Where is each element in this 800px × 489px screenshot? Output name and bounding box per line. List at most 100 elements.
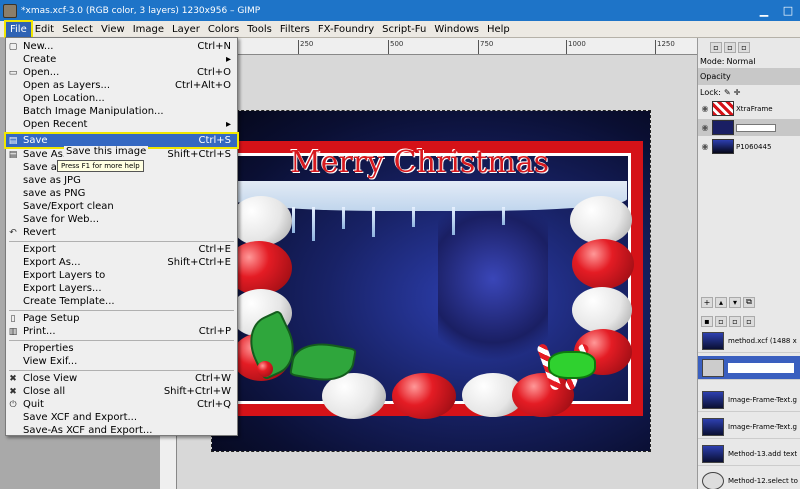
menu-item-new[interactable]: ▢ New... Ctrl+N <box>6 40 237 53</box>
menu-select[interactable]: Select <box>58 22 97 37</box>
history-item[interactable]: Method-13.add text <box>698 442 800 466</box>
menu-item-properties[interactable]: Properties <box>6 342 237 355</box>
menu-image[interactable]: Image <box>129 22 168 37</box>
menu-file[interactable]: File <box>4 19 33 39</box>
layer-row[interactable]: ◉ <box>698 119 800 136</box>
layer-thumbnail <box>712 139 734 154</box>
lower-layer-icon[interactable]: ▾ <box>729 296 741 308</box>
menu-item-save-export-clean[interactable]: Save/Export clean <box>6 200 237 213</box>
menu-item-open-recent[interactable]: Open Recent ▸ <box>6 118 237 131</box>
history-item[interactable] <box>698 356 800 380</box>
print-icon: ▥ <box>8 326 18 337</box>
layer-name: XtraFrame <box>736 104 773 113</box>
maximize-button[interactable]: □ <box>776 0 800 21</box>
menu-script-fu[interactable]: Script-Fu <box>378 22 430 37</box>
page-setup-icon: ▯ <box>10 313 16 324</box>
ornament-ball <box>230 196 292 246</box>
menu-fx-foundry[interactable]: FX-Foundry <box>314 22 378 37</box>
menu-item-open[interactable]: ▭ Open... Ctrl+O <box>6 66 237 79</box>
image-canvas[interactable]: Merry Christmas <box>211 110 651 452</box>
menu-item-quit[interactable]: ⏻ Quit Ctrl+Q <box>6 398 237 411</box>
history-thumbnail <box>702 471 724 489</box>
menu-help[interactable]: Help <box>483 22 514 37</box>
tab-icon[interactable]: ▫ <box>729 315 741 327</box>
menu-item-create[interactable]: Create ▸ <box>6 53 237 66</box>
eye-icon[interactable]: ◉ <box>698 123 712 132</box>
menu-edit[interactable]: Edit <box>31 22 58 37</box>
mode-row[interactable]: Mode: Normal <box>698 54 800 68</box>
ruler-label: 500 <box>387 40 404 54</box>
tab-icon[interactable]: ▪ <box>701 315 713 327</box>
window-titlebar: *xmas.xcf-3.0 (RGB color, 3 layers) 1230… <box>0 0 800 21</box>
menu-tools[interactable]: Tools <box>243 22 276 37</box>
menu-item-save-xcf-export[interactable]: Save XCF and Export... <box>6 411 237 424</box>
opacity-slider[interactable]: Opacity <box>698 68 800 85</box>
menu-windows[interactable]: Windows <box>430 22 483 37</box>
dock-button-icon[interactable]: ▫ <box>738 41 750 53</box>
menu-item-open-location[interactable]: Open Location... <box>6 92 237 105</box>
green-bow <box>548 351 596 379</box>
menu-item-save-as-png[interactable]: save as PNG <box>6 187 237 200</box>
layer-thumbnail <box>712 120 734 135</box>
history-item[interactable]: method.xcf (1488 x <box>698 329 800 353</box>
ornament-ball <box>392 373 456 419</box>
duplicate-layer-icon[interactable]: ⧉ <box>743 296 755 308</box>
menu-item-create-template[interactable]: Create Template... <box>6 295 237 308</box>
layer-name <box>736 123 776 132</box>
dock-button-icon[interactable]: ▫ <box>724 41 736 53</box>
history-item[interactable]: Method-12.select to <box>698 469 800 489</box>
mode-value[interactable]: Normal <box>725 57 756 66</box>
quit-icon: ⏻ <box>9 399 17 410</box>
menu-item-save-as-jpg[interactable]: save as JPG <box>6 174 237 187</box>
history-tabs: ▪ ▫ ▫ ▫ <box>698 315 800 327</box>
menu-item-export[interactable]: Export Ctrl+E <box>6 243 237 256</box>
history-item[interactable]: Image-Frame-Text.g <box>698 415 800 439</box>
eye-icon[interactable]: ◉ <box>698 104 712 113</box>
history-thumbnail <box>702 444 724 463</box>
submenu-arrow-icon: ▸ <box>225 54 231 65</box>
menu-item-print[interactable]: ▥ Print... Ctrl+P <box>6 325 237 338</box>
minimize-button[interactable]: ▁ <box>752 0 776 21</box>
horizontal-ruler[interactable]: 250 500 750 1000 1250 <box>160 38 697 55</box>
menu-item-export-as[interactable]: Export As... Shift+Ctrl+E <box>6 256 237 269</box>
menu-item-view-exif[interactable]: View Exif... <box>6 355 237 368</box>
menu-item-close-view[interactable]: ✖ Close View Ctrl+W <box>6 372 237 385</box>
layer-row[interactable]: ◉ XtraFrame <box>698 100 800 117</box>
menu-item-batch[interactable]: Batch Image Manipulation... <box>6 105 237 118</box>
menu-item-open-as-layers[interactable]: Open as Layers... Ctrl+Alt+O <box>6 79 237 92</box>
new-layer-icon[interactable]: + <box>701 296 713 308</box>
submenu-arrow-icon: ▸ <box>225 119 231 130</box>
history-item[interactable]: Image-Frame-Text.g <box>698 388 800 412</box>
menu-item-save-as-xcf-export[interactable]: Save-As XCF and Export... <box>6 424 237 437</box>
tab-icon[interactable]: ▫ <box>715 315 727 327</box>
menu-item-save-for-web[interactable]: Save for Web... <box>6 213 237 226</box>
dock-button-icon[interactable]: ▫ <box>710 41 722 53</box>
menu-separator <box>9 370 234 371</box>
lock-label: Lock: <box>700 87 721 97</box>
menu-view[interactable]: View <box>97 22 129 37</box>
holly-berry <box>257 361 273 377</box>
lock-position-icon[interactable]: ✛ <box>734 88 741 97</box>
raise-layer-icon[interactable]: ▴ <box>715 296 727 308</box>
dock-toolbar: ▫ ▫ ▫ <box>698 40 800 54</box>
menu-item-revert[interactable]: ↶ Revert <box>6 226 237 239</box>
close-icon: ✖ <box>9 373 17 384</box>
menu-layer[interactable]: Layer <box>168 22 204 37</box>
new-icon: ▢ <box>8 41 18 52</box>
menu-separator <box>9 310 234 311</box>
history-thumbnail <box>702 390 724 409</box>
mode-label: Mode: <box>700 56 725 66</box>
menu-item-export-layers-to[interactable]: Export Layers to <box>6 269 237 282</box>
layer-row[interactable]: ◉ P1060445 <box>698 138 800 155</box>
menu-item-export-layers[interactable]: Export Layers... <box>6 282 237 295</box>
save-icon: ▤ <box>8 135 18 146</box>
menu-item-close-all[interactable]: ✖ Close all Shift+Ctrl+W <box>6 385 237 398</box>
eye-icon[interactable]: ◉ <box>698 142 712 151</box>
menu-item-page-setup[interactable]: ▯ Page Setup <box>6 312 237 325</box>
menu-separator <box>9 241 234 242</box>
ornament-ball <box>512 373 574 417</box>
lock-pixels-icon[interactable]: ✎ <box>724 88 731 97</box>
menu-colors[interactable]: Colors <box>204 22 243 37</box>
menu-filters[interactable]: Filters <box>276 22 314 37</box>
tab-icon[interactable]: ▫ <box>743 315 755 327</box>
